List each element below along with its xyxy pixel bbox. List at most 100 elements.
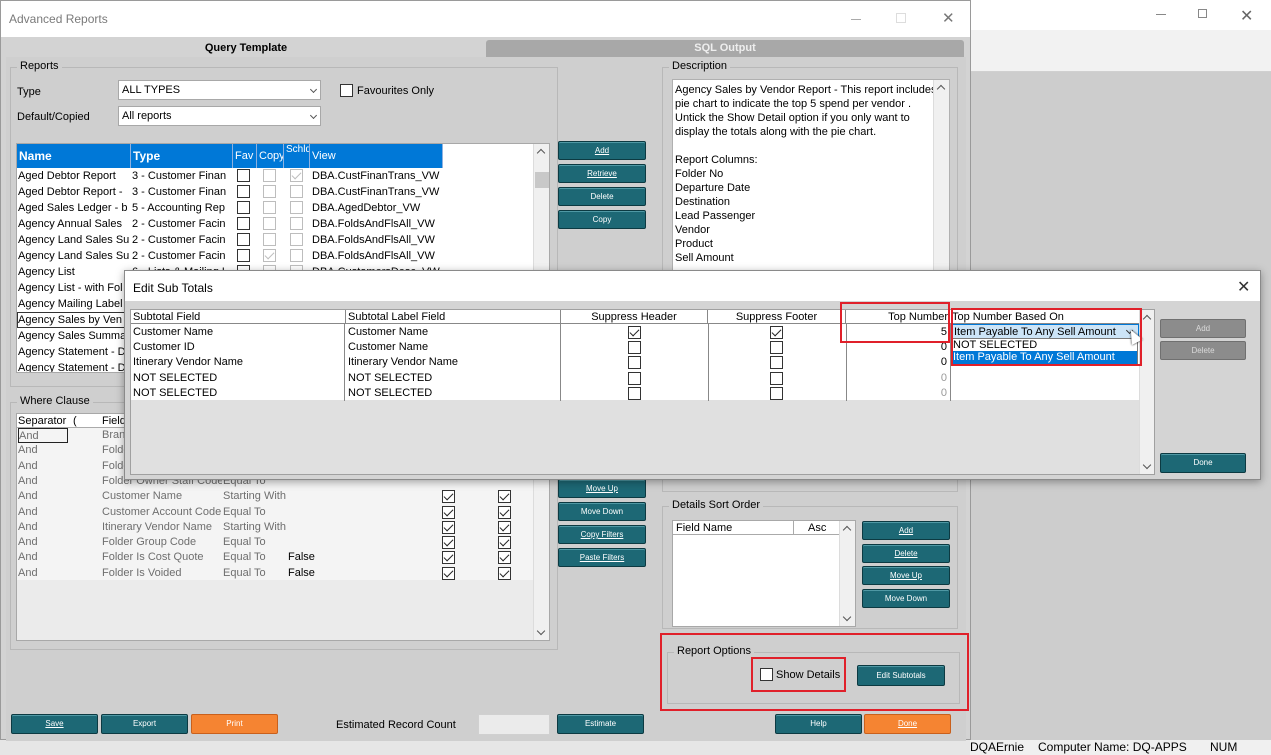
- where-col-field[interactable]: Field: [102, 414, 126, 428]
- report-row[interactable]: Aged Debtor Report 3 - Customer Finan DBA.…: [17, 168, 533, 184]
- default-copied-select[interactable]: All reports: [118, 106, 321, 126]
- where-checkbox-a[interactable]: [442, 505, 455, 519]
- where-checkbox-a[interactable]: [442, 566, 455, 580]
- where-checkbox-b[interactable]: [498, 490, 511, 504]
- close-icon[interactable]: ✕: [1240, 6, 1253, 26]
- fav-checkbox[interactable]: [237, 233, 250, 246]
- subtotal-label-cell[interactable]: Customer Name: [348, 339, 561, 356]
- fav-checkbox[interactable]: [237, 185, 250, 198]
- where-field-cell[interactable]: Customer Name: [102, 489, 222, 504]
- where-separator-cell[interactable]: And: [18, 535, 68, 550]
- where-checkbox-a[interactable]: [442, 520, 455, 534]
- report-row[interactable]: Agency Land Sales Su 2 - Customer Facin DB…: [17, 232, 533, 248]
- where-separator-cell[interactable]: And: [18, 550, 68, 565]
- dialog-add-button[interactable]: Add: [1160, 319, 1246, 338]
- details-move-up-button[interactable]: Move Up: [862, 566, 950, 585]
- where-operator-cell[interactable]: Equal To: [223, 505, 287, 520]
- where-separator-cell[interactable]: And: [18, 566, 68, 581]
- fav-checkbox[interactable]: [237, 217, 250, 230]
- subtotals-col-suppress-header[interactable]: Suppress Header: [561, 310, 708, 324]
- subtotals-col-suppress-footer[interactable]: Suppress Footer: [708, 310, 846, 324]
- col-view[interactable]: View: [310, 144, 443, 168]
- copy-checkbox[interactable]: [263, 217, 276, 230]
- subtotal-label-cell[interactable]: Customer Name: [348, 324, 561, 340]
- subtotal-field-cell[interactable]: NOT SELECTED: [133, 384, 345, 401]
- schld-checkbox[interactable]: [290, 185, 303, 198]
- suppress-header-checkbox[interactable]: [628, 326, 641, 339]
- details-add-button[interactable]: Add: [862, 521, 950, 540]
- fav-checkbox[interactable]: [237, 169, 250, 182]
- where-field-cell[interactable]: Folder Is Cost Quote: [102, 550, 222, 565]
- help-button[interactable]: Help: [775, 714, 862, 734]
- where-checkbox-b[interactable]: [498, 566, 511, 580]
- subtotal-label-cell[interactable]: NOT SELECTED: [348, 384, 561, 401]
- type-select[interactable]: ALL TYPES: [118, 80, 321, 100]
- details-col-field-name[interactable]: Field Name: [676, 521, 732, 535]
- estimate-button[interactable]: Estimate: [557, 714, 644, 734]
- where-field-cell[interactable]: Folder Is Voided: [102, 566, 222, 581]
- where-operator-cell[interactable]: Starting With: [223, 520, 287, 535]
- where-col-separator[interactable]: Separator: [18, 414, 66, 428]
- where-copy-filters-button[interactable]: Copy Filters: [558, 525, 646, 544]
- copy-checkbox[interactable]: [263, 233, 276, 246]
- subtotals-col-label[interactable]: Subtotal Label Field: [346, 310, 561, 324]
- where-separator-cell[interactable]: And: [18, 505, 68, 520]
- where-field-cell[interactable]: Folder Group Code: [102, 535, 222, 550]
- where-value-cell[interactable]: False: [288, 566, 338, 581]
- export-button[interactable]: Export: [101, 714, 188, 734]
- where-checkbox-b[interactable]: [498, 520, 511, 534]
- minimize-icon[interactable]: [1156, 14, 1166, 15]
- print-button[interactable]: Print: [191, 714, 278, 734]
- col-name[interactable]: Name: [17, 144, 131, 168]
- report-row[interactable]: Aged Debtor Report - 3 - Customer Finan DB…: [17, 184, 533, 200]
- details-col-asc[interactable]: Asc: [793, 521, 839, 535]
- suppress-header-checkbox[interactable]: [628, 371, 641, 385]
- report-delete-button[interactable]: Delete: [558, 187, 646, 206]
- subtotal-field-cell[interactable]: Customer Name: [133, 324, 345, 340]
- where-checkbox-a[interactable]: [442, 551, 455, 565]
- suppress-footer-checkbox[interactable]: [770, 386, 783, 400]
- copy-checkbox[interactable]: [263, 185, 276, 198]
- top-number-cell[interactable]: 0: [847, 385, 947, 401]
- copy-checkbox[interactable]: [263, 169, 276, 182]
- where-row[interactable]: And Customer Account Code Equal To: [17, 505, 537, 520]
- minimize-icon[interactable]: [851, 19, 861, 20]
- description-scrollbar[interactable]: [933, 80, 949, 270]
- copy-checkbox[interactable]: [263, 201, 276, 214]
- subtotal-field-cell[interactable]: Customer ID: [133, 339, 345, 356]
- where-checkbox-b[interactable]: [498, 505, 511, 519]
- fav-checkbox[interactable]: [237, 249, 250, 262]
- suppress-header-checkbox[interactable]: [628, 386, 641, 400]
- restore-icon[interactable]: [1198, 9, 1207, 18]
- where-separator-cell[interactable]: And: [18, 520, 68, 535]
- suppress-footer-checkbox[interactable]: [770, 371, 783, 385]
- report-add-button[interactable]: Add: [558, 141, 646, 160]
- subtotal-field-cell[interactable]: NOT SELECTED: [133, 369, 345, 386]
- top-number-cell[interactable]: 0: [847, 370, 947, 386]
- where-row[interactable]: And Folder Group Code Equal To: [17, 535, 537, 550]
- copy-checkbox[interactable]: [263, 249, 276, 262]
- schld-checkbox[interactable]: [290, 217, 303, 230]
- col-copy[interactable]: Copy: [257, 144, 284, 168]
- favourites-only-checkbox[interactable]: [340, 84, 353, 97]
- where-field-cell[interactable]: Customer Account Code: [102, 505, 222, 520]
- where-row[interactable]: And Folder Is Voided Equal To False: [17, 566, 537, 581]
- where-checkbox-b[interactable]: [498, 536, 511, 550]
- where-move-up-button[interactable]: Move Up: [558, 479, 646, 498]
- subtotal-field-cell[interactable]: Itinerary Vendor Name: [133, 354, 345, 371]
- subtotals-col-field[interactable]: Subtotal Field: [131, 310, 346, 324]
- suppress-header-checkbox[interactable]: [628, 341, 641, 355]
- dialog-close-icon[interactable]: ✕: [1237, 277, 1250, 297]
- save-button[interactable]: Save: [11, 714, 98, 734]
- suppress-footer-checkbox[interactable]: [770, 356, 783, 370]
- where-operator-cell[interactable]: Equal To: [223, 535, 287, 550]
- subtotal-row[interactable]: NOT SELECTED NOT SELECTED 0: [131, 369, 1141, 386]
- close-icon[interactable]: ✕: [942, 9, 955, 27]
- where-separator-cell[interactable]: And: [18, 443, 68, 458]
- where-field-cell[interactable]: Itinerary Vendor Name: [102, 520, 222, 535]
- reports-scroll-thumb[interactable]: [535, 172, 549, 188]
- where-row[interactable]: And Customer Name Starting With: [17, 489, 537, 504]
- dialog-delete-button[interactable]: Delete: [1160, 341, 1246, 360]
- report-row[interactable]: Aged Sales Ledger - b 5 - Accounting Rep D…: [17, 200, 533, 216]
- where-checkbox-a[interactable]: [442, 490, 455, 504]
